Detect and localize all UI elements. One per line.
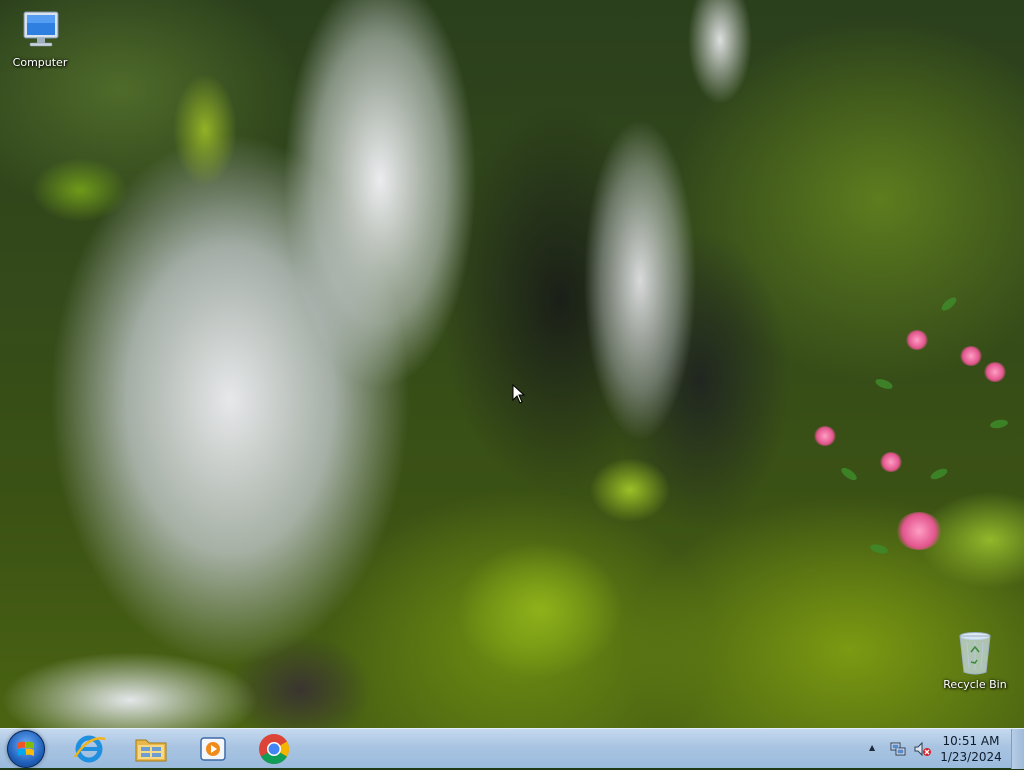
- clock-date: 1/23/2024: [940, 750, 1002, 764]
- recycle-bin-icon: [951, 630, 999, 676]
- file-explorer-icon: [135, 739, 167, 762]
- start-button[interactable]: [7, 730, 45, 768]
- internet-explorer-icon: [73, 735, 106, 763]
- taskbar-app-chrome[interactable]: [254, 731, 294, 767]
- taskbar-app-file-explorer[interactable]: [131, 731, 171, 767]
- desktop-icon-recycle-bin[interactable]: Recycle Bin: [937, 630, 1013, 692]
- taskbar-app-internet-explorer[interactable]: [69, 731, 109, 767]
- desktop-wallpaper: [0, 0, 1024, 728]
- mouse-cursor-icon: [512, 384, 526, 404]
- media-player-icon: [200, 737, 226, 761]
- wallpaper-flower: [960, 346, 982, 366]
- wallpaper-flower: [906, 330, 928, 350]
- taskbar-clock[interactable]: 10:51 AM 1/23/2024: [936, 733, 1006, 765]
- windows-logo-icon: [18, 741, 34, 756]
- taskbar-app-media-player[interactable]: [193, 731, 233, 767]
- network-icon[interactable]: [890, 741, 906, 757]
- desktop-icon-label: Recycle Bin: [943, 678, 1007, 691]
- wallpaper-moss: [0, 0, 1024, 728]
- wallpaper-flower: [880, 452, 902, 472]
- chrome-icon: [259, 734, 290, 765]
- wallpaper-flower: [814, 426, 836, 446]
- desktop-icon-computer[interactable]: Computer: [2, 8, 78, 70]
- clock-time: 10:51 AM: [942, 734, 1000, 748]
- taskbar: ▲ 10:51 AM 1/23/2024: [0, 728, 1024, 769]
- computer-icon: [16, 8, 64, 54]
- show-hidden-icons-arrow[interactable]: ▲: [869, 743, 878, 752]
- volume-muted-icon[interactable]: [914, 741, 932, 757]
- desktop-icon-label: Computer: [12, 56, 68, 69]
- wallpaper-flower: [984, 362, 1006, 382]
- wallpaper-flower: [896, 512, 942, 550]
- show-desktop-button[interactable]: [1011, 729, 1024, 769]
